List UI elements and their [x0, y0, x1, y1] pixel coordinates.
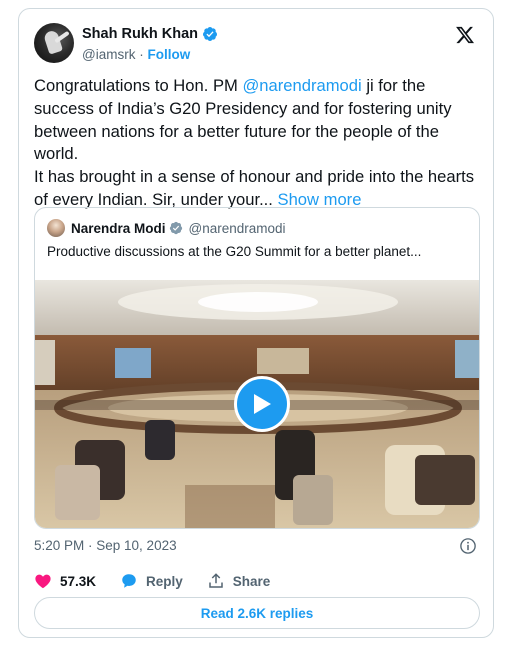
- share-icon: [209, 573, 223, 588]
- handle-separator: ·: [135, 47, 148, 62]
- author-name-row[interactable]: Shah Rukh Khan: [82, 26, 218, 42]
- video-thumbnail[interactable]: [35, 280, 479, 528]
- quoted-author-name: Narendra Modi: [71, 220, 166, 236]
- mention-link[interactable]: @narendramodi: [242, 76, 361, 95]
- author-avatar[interactable]: [34, 23, 74, 63]
- action-bar: 57.3K Reply Share: [34, 572, 294, 590]
- verified-badge-icon: [169, 221, 182, 235]
- quoted-header: Narendra Modi @narendramodi: [47, 219, 286, 237]
- like-button[interactable]: 57.3K: [34, 572, 96, 590]
- share-button[interactable]: Share: [207, 572, 271, 590]
- verified-badge-icon: [203, 27, 218, 41]
- play-icon: [254, 394, 271, 414]
- quoted-text: Productive discussions at the G20 Summit…: [47, 244, 422, 259]
- author-handle[interactable]: @iamsrk: [82, 47, 135, 62]
- reply-bubble-icon: [122, 574, 136, 588]
- x-logo-icon[interactable]: [455, 25, 475, 45]
- quoted-author-handle: @narendramodi: [188, 220, 286, 236]
- tweet-text-part: It has brought in a sense of honour and …: [34, 167, 475, 209]
- author-handle-row: @iamsrk · Follow: [82, 47, 190, 62]
- tweet-timestamp[interactable]: 5:20 PM · Sep 10, 2023: [34, 538, 177, 553]
- read-replies-button[interactable]: Read 2.6K replies: [34, 597, 480, 629]
- heart-icon: [35, 574, 51, 589]
- reply-label: Reply: [146, 573, 183, 589]
- tweet-text-part: Congratulations to Hon. PM: [34, 76, 243, 95]
- quoted-tweet[interactable]: Narendra Modi @narendramodi Productive d…: [34, 207, 480, 529]
- tweet-card[interactable]: Shah Rukh Khan @iamsrk · Follow Congratu…: [18, 8, 494, 638]
- info-icon[interactable]: [459, 537, 477, 555]
- author-name[interactable]: Shah Rukh Khan: [82, 26, 198, 42]
- tweet-text: Congratulations to Hon. PM @narendramodi…: [34, 75, 484, 212]
- play-button[interactable]: [234, 376, 290, 432]
- follow-link[interactable]: Follow: [147, 47, 190, 62]
- reply-button[interactable]: Reply: [120, 572, 183, 590]
- quoted-avatar: [47, 219, 65, 237]
- like-count: 57.3K: [60, 573, 97, 589]
- share-label: Share: [232, 573, 271, 589]
